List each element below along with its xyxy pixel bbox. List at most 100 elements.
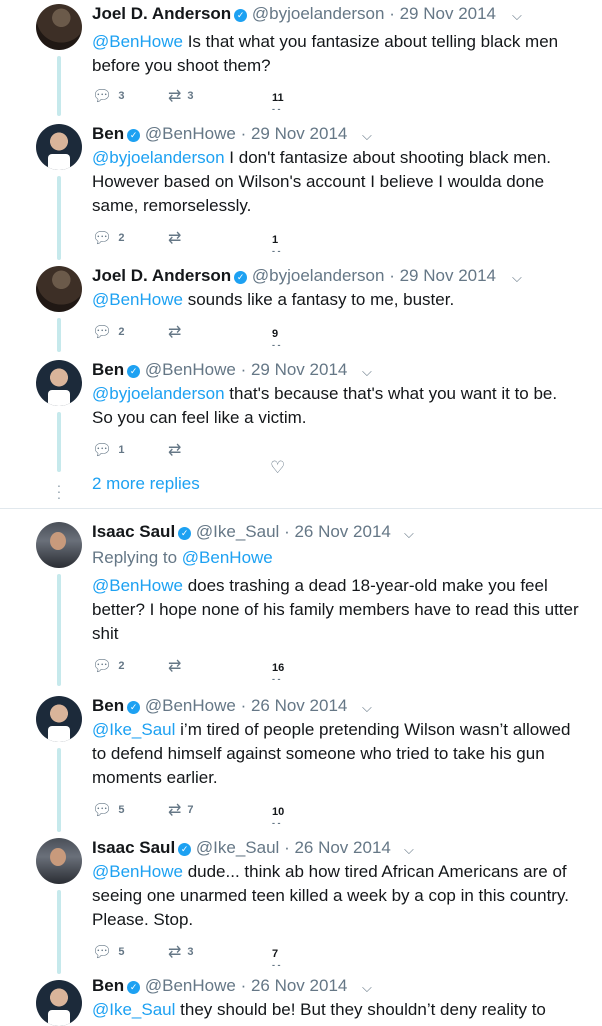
retweet-button[interactable]: ⇄ (168, 322, 187, 342)
more-replies-link[interactable]: 2 more replies (92, 474, 200, 494)
heart-icon[interactable]: ♡ (270, 458, 285, 478)
like-count: 1 (272, 234, 279, 246)
avatar[interactable] (36, 980, 82, 1026)
avatar[interactable] (36, 124, 82, 170)
timestamp[interactable]: · 29 Nov 2014 (389, 4, 496, 23)
thread-line (57, 574, 61, 686)
timestamp[interactable]: · 26 Nov 2014 (284, 522, 391, 541)
like-button[interactable]: 7- - (272, 948, 281, 970)
display-name[interactable]: Ben (92, 976, 124, 995)
thread-line (57, 318, 61, 352)
timestamp[interactable]: · 26 Nov 2014 (241, 696, 348, 715)
mention-link[interactable]: @byjoelanderson (92, 384, 225, 403)
reply-count: 3 (118, 90, 125, 102)
display-name[interactable]: Isaac Saul (92, 838, 175, 857)
reply-count: 1 (118, 444, 125, 456)
display-name[interactable]: Ben (92, 360, 124, 379)
timestamp[interactable]: · 29 Nov 2014 (241, 124, 348, 143)
retweet-button[interactable]: ⇄ (168, 228, 187, 248)
reply-button[interactable]: 💬︎ 2 (92, 656, 124, 676)
tweet-header: Isaac Saul ✓ @Ike_Saul · 26 Nov 2014 (92, 838, 391, 858)
avatar[interactable] (36, 696, 82, 742)
tweet-actions: 💬︎ 3 ⇄ 3 11- - (92, 86, 332, 116)
tweet-text: @BenHowe Is that what you fantasize abou… (92, 30, 582, 78)
handle[interactable]: @BenHowe (145, 360, 236, 379)
retweet-icon: ⇄ (168, 658, 182, 675)
chevron-down-icon[interactable]: ⌵ (362, 700, 372, 716)
like-button[interactable]: 1- - (272, 234, 281, 256)
timestamp[interactable]: · 26 Nov 2014 (241, 976, 348, 995)
chevron-down-icon[interactable]: ⌵ (404, 842, 414, 858)
timestamp[interactable]: · 29 Nov 2014 (241, 360, 348, 379)
retweet-button[interactable]: ⇄ (168, 656, 187, 676)
handle[interactable]: @BenHowe (145, 976, 236, 995)
display-name[interactable]: Ben (92, 696, 124, 715)
handle[interactable]: @Ike_Saul (196, 838, 279, 857)
chevron-down-icon[interactable]: ⌵ (404, 526, 414, 542)
avatar[interactable] (36, 522, 82, 568)
avatar[interactable] (36, 266, 82, 312)
heart-icon: - - (272, 340, 281, 350)
tweet-actions: 💬︎ 2 ⇄ 1- - (92, 228, 332, 258)
display-name[interactable]: Joel D. Anderson (92, 266, 231, 285)
handle[interactable]: @BenHowe (145, 696, 236, 715)
heart-icon: - - (272, 960, 281, 970)
handle[interactable]: @BenHowe (145, 124, 236, 143)
reply-button[interactable]: 💬︎ 1 (92, 440, 124, 460)
like-button[interactable]: 16- - (272, 662, 284, 684)
reply-icon: 💬︎ (92, 658, 113, 675)
reply-button[interactable]: 💬︎ 3 (92, 86, 124, 106)
like-count: 11 (272, 92, 284, 104)
reply-button[interactable]: 💬︎ 2 (92, 228, 124, 248)
avatar[interactable] (36, 838, 82, 884)
timestamp[interactable]: · 26 Nov 2014 (284, 838, 391, 857)
tweet-text: @byjoelanderson that's because that's wh… (92, 382, 582, 430)
tweet-header: Ben ✓ @BenHowe · 29 Nov 2014 (92, 360, 347, 380)
reply-button[interactable]: 💬︎ 5 (92, 800, 124, 820)
reply-button[interactable]: 💬︎ 2 (92, 322, 124, 342)
display-name[interactable]: Joel D. Anderson (92, 4, 231, 23)
display-name[interactable]: Ben (92, 124, 124, 143)
chevron-down-icon[interactable]: ⌵ (512, 270, 522, 286)
handle[interactable]: @Ike_Saul (196, 522, 279, 541)
like-button[interactable]: 10- - (272, 806, 284, 828)
retweet-button[interactable]: ⇄ 7 (168, 800, 194, 820)
retweet-icon: ⇄ (168, 442, 182, 459)
reply-count: 5 (118, 804, 125, 816)
verified-badge-icon: ✓ (127, 129, 141, 142)
reply-count: 5 (118, 946, 125, 958)
handle[interactable]: @byjoelanderson (252, 266, 385, 285)
display-name[interactable]: Isaac Saul (92, 522, 175, 541)
timestamp[interactable]: · 29 Nov 2014 (389, 266, 496, 285)
tweet-header: Ben ✓ @BenHowe · 29 Nov 2014 (92, 124, 347, 144)
replying-to-link[interactable]: @BenHowe (182, 548, 273, 567)
tweet-actions: 💬︎ 5 ⇄ 7 10- - (92, 800, 332, 830)
like-button[interactable]: 11- - (272, 92, 284, 114)
thread-line (57, 56, 61, 116)
verified-badge-icon: ✓ (178, 843, 192, 856)
like-button[interactable]: 9- - (272, 328, 281, 350)
avatar[interactable] (36, 360, 82, 406)
mention-link[interactable]: @Ike_Saul (92, 720, 175, 739)
chevron-down-icon[interactable]: ⌵ (362, 364, 372, 380)
retweet-button[interactable]: ⇄ 3 (168, 86, 194, 106)
handle[interactable]: @byjoelanderson (252, 4, 385, 23)
mention-link[interactable]: @BenHowe (92, 32, 183, 51)
tweet-text: @BenHowe sounds like a fantasy to me, bu… (92, 288, 582, 312)
chevron-down-icon[interactable]: ⌵ (362, 980, 372, 996)
retweet-button[interactable]: ⇄ 3 (168, 942, 194, 962)
mention-link[interactable]: @BenHowe (92, 576, 183, 595)
chevron-down-icon[interactable]: ⌵ (362, 128, 372, 144)
mention-link[interactable]: @BenHowe (92, 290, 183, 309)
reply-count: 2 (118, 326, 125, 338)
tweet-text: @byjoelanderson I don't fantasize about … (92, 146, 582, 218)
chevron-down-icon[interactable]: ⌵ (512, 8, 522, 24)
mention-link[interactable]: @Ike_Saul (92, 1000, 175, 1019)
reply-button[interactable]: 💬︎ 5 (92, 942, 124, 962)
tweet-header: Ben ✓ @BenHowe · 26 Nov 2014 (92, 976, 347, 996)
mention-link[interactable]: @BenHowe (92, 862, 183, 881)
avatar[interactable] (36, 4, 82, 50)
mention-link[interactable]: @byjoelanderson (92, 148, 225, 167)
retweet-button[interactable]: ⇄ (168, 440, 187, 460)
tweet-header: Ben ✓ @BenHowe · 26 Nov 2014 (92, 696, 347, 716)
